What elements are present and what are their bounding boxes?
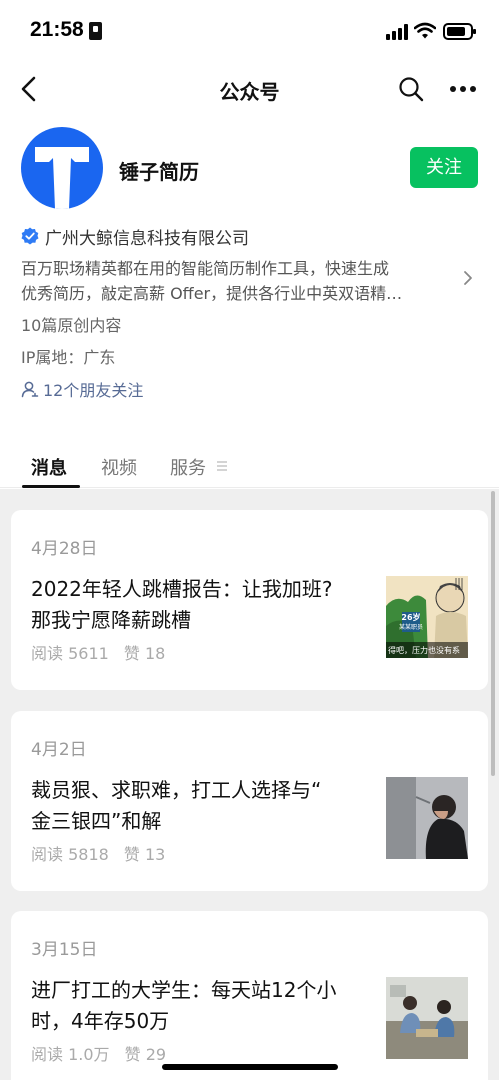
read-count: 阅读 1.0万 xyxy=(31,1045,110,1064)
svg-text:26岁: 26岁 xyxy=(401,612,420,622)
read-count: 阅读 5818 xyxy=(31,845,109,864)
article-item[interactable]: 2022年轻人跳槽报告：让我加班? 那我宁愿降薪跳槽 阅读 5611 赞 18 … xyxy=(11,570,488,680)
account-name: 锤子简历 xyxy=(119,160,199,184)
like-count: 赞 18 xyxy=(123,644,166,663)
message-date: 4月2日 xyxy=(31,740,87,760)
account-avatar[interactable] xyxy=(21,127,103,209)
message-date: 3月15日 xyxy=(31,940,98,960)
wifi-icon xyxy=(414,22,436,39)
read-count: 阅读 5611 xyxy=(31,644,109,663)
svg-text:某某职员: 某某职员 xyxy=(399,624,423,631)
description-line: 百万职场精英都在用的智能简历制作工具，快速生成 xyxy=(21,259,390,278)
like-count: 赞 13 xyxy=(123,845,166,864)
chevron-right-icon[interactable] xyxy=(462,270,474,286)
article-title: 裁员狠、求职难，打工人选择与“ 金三银四”和解 xyxy=(31,775,376,837)
article-stats: 阅读 1.0万 赞 29 xyxy=(31,1041,176,1065)
verified-company-row[interactable]: 广州大鲸信息科技有限公司 xyxy=(21,224,249,249)
tab-messages[interactable]: 消息 xyxy=(31,454,67,480)
battery-icon xyxy=(443,23,476,40)
friends-following-row[interactable]: 12个朋友关注 xyxy=(21,377,143,401)
more-options-icon[interactable] xyxy=(448,76,478,102)
article-title-line: 时，4年存50万 xyxy=(31,1009,170,1033)
article-stats: 阅读 5818 赞 13 xyxy=(31,841,175,865)
article-item[interactable]: 裁员狠、求职难，打工人选择与“ 金三银四”和解 阅读 5818 赞 13 xyxy=(11,771,488,881)
message-card: 4月28日 2022年轻人跳槽报告：让我加班? 那我宁愿降薪跳槽 阅读 5611… xyxy=(11,510,488,690)
article-stats: 阅读 5611 赞 18 xyxy=(31,640,175,664)
message-date: 4月28日 xyxy=(31,539,98,559)
article-title-line: 那我宁愿降薪跳槽 xyxy=(31,608,191,632)
friends-icon xyxy=(21,381,39,398)
article-thumbnail: 26岁 某某职员 得吧，压力也没有系 xyxy=(386,576,468,658)
status-time: 21:58 xyxy=(30,18,84,41)
like-count: 赞 29 xyxy=(124,1045,167,1064)
cellular-signal-icon xyxy=(386,24,408,40)
page-title: 公众号 xyxy=(219,80,280,104)
ip-location: IP属地：广东 xyxy=(21,348,116,367)
hammer-logo-icon xyxy=(35,147,89,209)
tab-videos[interactable]: 视频 xyxy=(101,454,137,480)
message-card: 4月2日 裁员狠、求职难，打工人选择与“ 金三银四”和解 阅读 5818 赞 1… xyxy=(11,711,488,891)
company-name: 广州大鲸信息科技有限公司 xyxy=(45,228,249,249)
content-tabs: 消息 视频 服务 xyxy=(0,448,499,488)
sim-card-icon xyxy=(89,22,102,40)
message-card: 3月15日 进厂打工的大学生：每天站12个小 时，4年存50万 阅读 1.0万 … xyxy=(11,911,488,1080)
status-bar: 21:58 xyxy=(0,0,499,62)
article-title: 进厂打工的大学生：每天站12个小 时，4年存50万 xyxy=(31,975,376,1037)
article-title-line: 2022年轻人跳槽报告：让我加班? xyxy=(31,577,333,601)
account-description[interactable]: 百万职场精英都在用的智能简历制作工具，快速生成 优秀简历，敲定高薪 Offer，… xyxy=(21,256,446,306)
original-content-count[interactable]: 10篇原创内容 xyxy=(21,312,121,336)
search-icon[interactable] xyxy=(398,76,424,102)
feed-scrollbar[interactable] xyxy=(491,491,495,776)
description-line: 优秀简历，敲定高薪 Offer，提供各行业中英双语精… xyxy=(21,284,403,303)
article-thumbnail xyxy=(386,777,468,859)
account-profile: 锤子简历 关注 广州大鲸信息科技有限公司 百万职场精英都在用的智能简历制作工具，… xyxy=(0,118,499,448)
menu-lines-icon xyxy=(217,461,227,471)
article-title-line: 进厂打工的大学生：每天站12个小 xyxy=(31,978,337,1002)
verified-badge-icon xyxy=(21,227,39,245)
follow-button[interactable]: 关注 xyxy=(410,147,478,188)
friends-following-text: 12个朋友关注 xyxy=(43,381,144,400)
article-title: 2022年轻人跳槽报告：让我加班? 那我宁愿降薪跳槽 xyxy=(31,574,376,636)
article-title-line: 裁员狠、求职难，打工人选择与“ xyxy=(31,778,322,802)
svg-text:得吧，压力也没有系: 得吧，压力也没有系 xyxy=(388,645,460,655)
article-thumbnail xyxy=(386,977,468,1059)
article-title-line: 金三银四”和解 xyxy=(31,809,162,833)
message-feed[interactable]: 4月28日 2022年轻人跳槽报告：让我加班? 那我宁愿降薪跳槽 阅读 5611… xyxy=(0,489,499,1080)
home-indicator[interactable] xyxy=(162,1064,338,1070)
tab-services[interactable]: 服务 xyxy=(170,454,206,480)
nav-bar: 公众号 xyxy=(0,62,499,118)
active-tab-indicator xyxy=(22,485,80,488)
